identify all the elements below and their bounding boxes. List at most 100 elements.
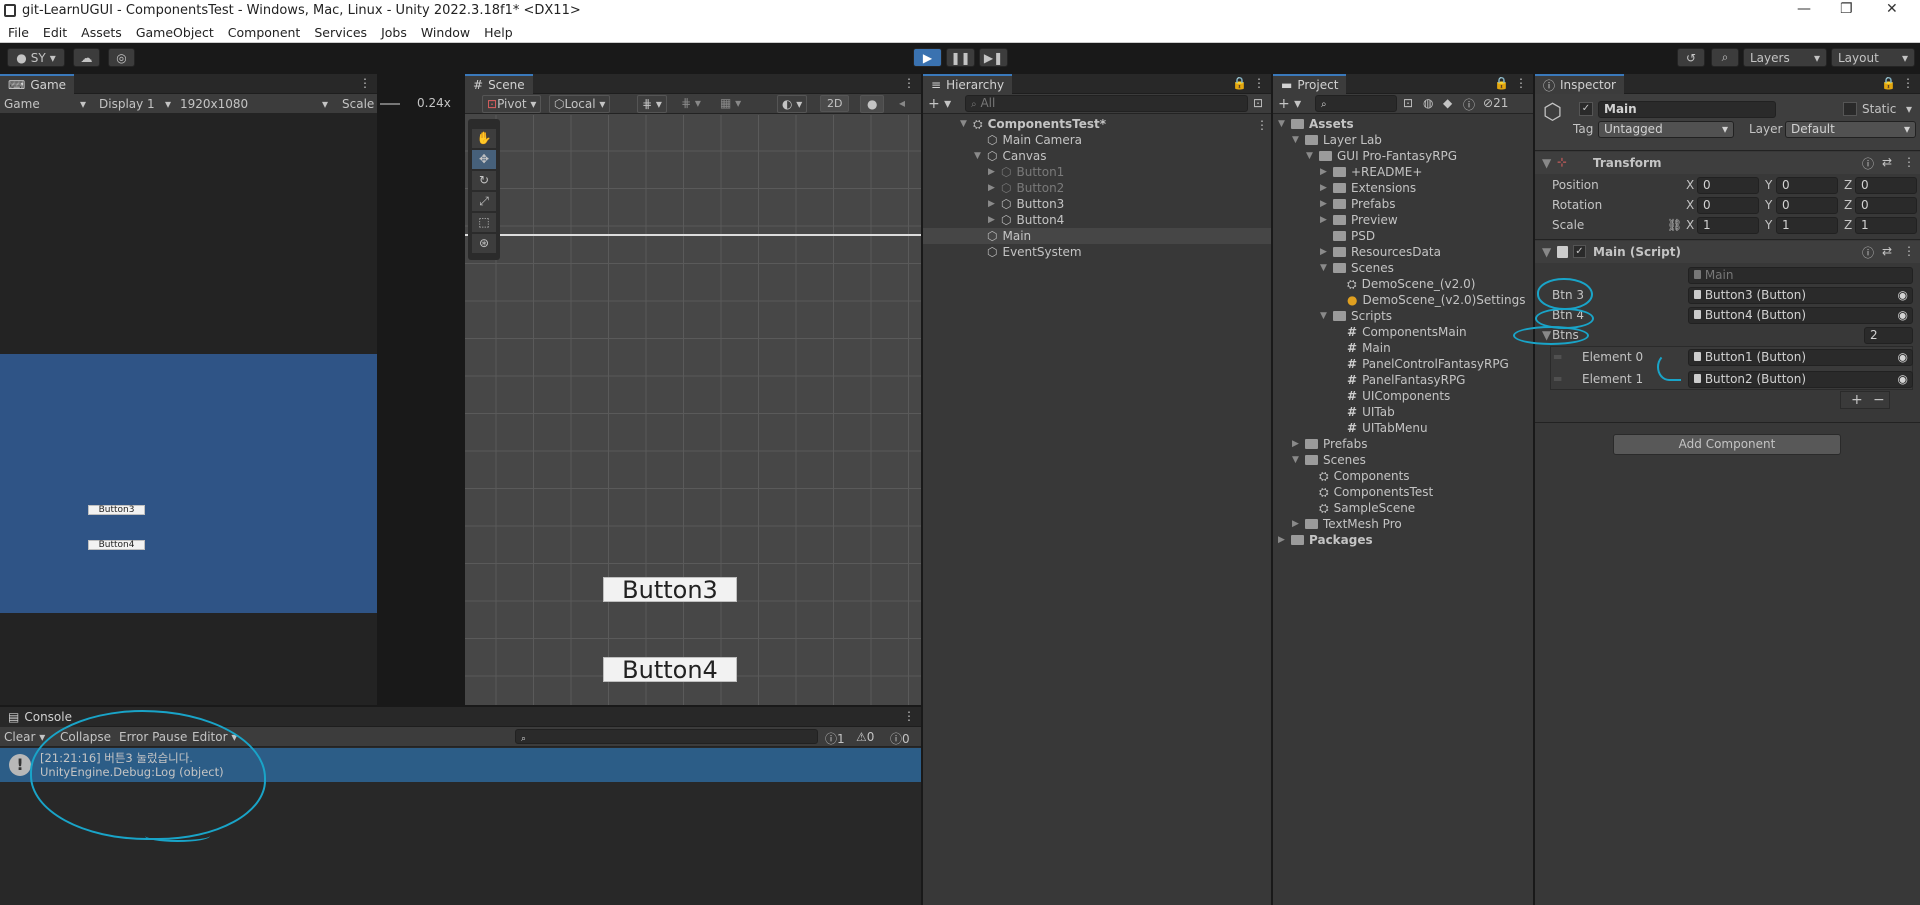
menu-item-services[interactable]: Services [314,25,367,40]
transform-tool-icon[interactable]: ⊛ [472,234,496,253]
tab-game[interactable]: ⌨ Game [0,74,75,94]
project-item[interactable]: ▼ Scenes [1273,452,1366,468]
project-item[interactable]: ⛭ SampleScene [1273,500,1415,516]
foldout-arrow-icon[interactable]: ▶ [1278,535,1286,545]
rotate-tool-icon[interactable]: ↻ [472,171,496,190]
hierarchy-item[interactable]: ▼ ⛭ ComponentsTest* [923,116,1271,132]
filter-type-icon[interactable]: ◍ [1423,96,1433,110]
project-item[interactable]: # UITab [1273,404,1395,420]
foldout-arrow-icon[interactable]: ▶ [1320,183,1328,193]
foldout-arrow-icon[interactable]: ▼ [1278,119,1286,129]
project-item[interactable]: ▼ Scripts [1273,308,1392,324]
project-item[interactable]: ▶ Prefabs [1273,436,1368,452]
project-item[interactable]: # UIComponents [1273,388,1450,404]
project-search-input[interactable]: ⌕ [1315,95,1397,112]
close-icon[interactable]: ✕ [1886,1,1898,17]
foldout-arrow-icon[interactable]: ▶ [1292,439,1300,449]
lock-icon[interactable]: 🔒 [1232,76,1247,90]
menu-item-jobs[interactable]: Jobs [381,25,407,40]
history-button[interactable]: ↺ [1677,48,1705,67]
tab-scene[interactable]: # Scene [465,74,533,94]
project-item[interactable]: # UITabMenu [1273,420,1428,436]
foldout-arrow-icon[interactable]: ▶ [1320,199,1328,209]
lock-icon[interactable]: 🔒 [1494,76,1509,90]
project-item[interactable]: PSD [1273,228,1375,244]
transform-position-y-field[interactable]: 0 [1776,177,1838,194]
local-dropdown[interactable]: ⬡Local ▾ [549,95,611,113]
project-item[interactable]: ⛭ ComponentsTest [1273,484,1433,500]
panel-menu-icon[interactable]: ⋮ [903,709,915,723]
project-item[interactable]: ▶ Extensions [1273,180,1416,196]
project-item[interactable]: ▼ Assets [1273,116,1354,132]
scene-button4[interactable]: Button4 [603,656,737,684]
foldout-arrow-icon[interactable]: ▼ [1292,135,1300,145]
menu-item-edit[interactable]: Edit [43,25,67,40]
snap-button[interactable]: ⋕ ▾ [637,95,667,113]
object-name-field[interactable]: Main [1598,101,1776,118]
hierarchy-item[interactable]: ▶ ⬡ Button1 [923,164,1271,180]
project-item[interactable]: ▼ GUI Pro-FantasyRPG [1273,148,1457,164]
btn3-field[interactable]: Button3 (Button) ◉ [1688,287,1913,304]
active-checkbox[interactable]: ✓ [1579,102,1593,116]
project-item[interactable]: ⛭ DemoScene_(v2.0) [1273,276,1475,292]
transform-rotation-x-field[interactable]: 0 [1697,197,1759,214]
foldout-arrow-icon[interactable]: ▶ [988,199,996,209]
project-item[interactable]: ▶ Preview [1273,212,1398,228]
search-by-type-icon[interactable]: ⊡ [1403,96,1413,110]
add-element-icon[interactable]: + [1851,392,1863,408]
layer-dropdown[interactable]: Default ▾ [1785,121,1916,138]
menu-item-component[interactable]: Component [228,25,301,40]
project-item[interactable]: ▼ Layer Lab [1273,132,1382,148]
transform-position-x-field[interactable]: 0 [1697,177,1759,194]
tab-hierarchy[interactable]: ≡ Hierarchy [923,74,1013,94]
scene-button3[interactable]: Button3 [603,576,737,604]
component-menu-icon[interactable]: ⋮ [1903,244,1915,258]
hidden-packages-count[interactable]: ⊘21 [1483,96,1508,110]
project-item[interactable]: ▼ Scenes [1273,260,1394,276]
warning-count-badge[interactable]: ⚠0 [856,730,874,744]
foldout-arrow-icon[interactable]: ▶ [1292,519,1300,529]
important-icon[interactable]: ⓘ [1463,96,1475,113]
create-asset-button[interactable]: + ▾ [1278,96,1301,112]
create-button[interactable]: + ▾ [928,96,951,112]
component-menu-icon[interactable]: ⋮ [1903,155,1915,169]
game-mode-dropdown[interactable]: Game ▾ [4,97,88,111]
layout-dropdown[interactable]: Layout ▾ [1831,48,1915,67]
tag-dropdown[interactable]: Untagged ▾ [1598,121,1734,138]
scene-search-icon[interactable]: ⊡ [1253,96,1263,110]
transform-header[interactable]: ▼ ⊹ Transform ⓘ ⇄ ⋮ [1535,152,1920,174]
foldout-arrow-icon[interactable]: ▼ [1320,311,1328,321]
static-dropdown-icon[interactable]: ▾ [1906,102,1912,116]
hand-tool-icon[interactable]: ✋ [472,129,496,148]
game-button4[interactable]: Button4 [88,540,145,550]
game-button3[interactable]: Button3 [88,505,145,515]
remove-element-icon[interactable]: − [1873,392,1885,408]
project-item[interactable]: # Main [1273,340,1391,356]
info-count-badge[interactable]: ⓘ1 [825,730,845,747]
search-button[interactable]: ⌕ [1711,48,1739,67]
project-item[interactable]: ▶ +README+ [1273,164,1422,180]
transform-position-z-field[interactable]: 0 [1855,177,1917,194]
transform-scale-x-field[interactable]: 1 [1697,217,1759,234]
toggle-2d-button[interactable]: 2D [820,95,850,112]
hierarchy-item[interactable]: ⬡ Main Camera [923,132,1271,148]
transform-scale-y-field[interactable]: 1 [1776,217,1838,234]
foldout-arrow-icon[interactable]: ▼ [960,119,968,129]
project-item[interactable]: ▶ Packages [1273,532,1373,548]
resolution-dropdown[interactable]: 1920x1080 ▾ [180,97,332,111]
object-picker-icon[interactable]: ◉ [1898,308,1908,323]
static-checkbox[interactable] [1843,102,1857,116]
error-count-badge[interactable]: ⓘ0 [890,730,910,747]
panel-menu-icon[interactable]: ⋮ [359,76,371,90]
add-component-button[interactable]: Add Component [1613,434,1841,455]
foldout-arrow-icon[interactable]: ▶ [988,167,996,177]
panel-menu-icon[interactable]: ⋮ [1253,76,1265,90]
maximize-icon[interactable]: ❐ [1840,1,1853,17]
btns-size-field[interactable]: 2 [1864,327,1913,344]
project-item[interactable]: ⛭ Components [1273,468,1410,484]
label-filter-icon[interactable]: ◆ [1443,96,1452,110]
tab-inspector[interactable]: ⓘ Inspector [1535,74,1624,94]
menu-item-gameobject[interactable]: GameObject [136,25,214,40]
element1-field[interactable]: Button2 (Button) ◉ [1688,371,1913,388]
panel-menu-icon[interactable]: ⋮ [1515,76,1527,90]
